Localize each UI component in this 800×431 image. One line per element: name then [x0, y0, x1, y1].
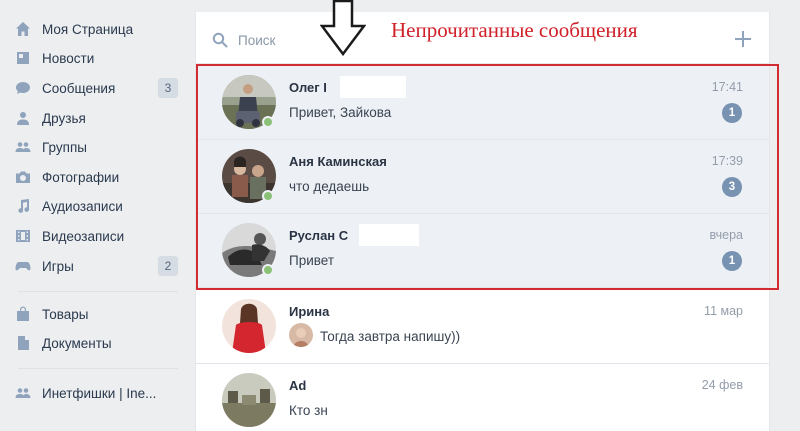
arrow-down-icon [320, 0, 366, 56]
groups-icon [14, 138, 32, 156]
sidebar-item-label: Новости [42, 50, 95, 66]
dialog-message: Привет [289, 253, 335, 268]
dialog-time: 17:41 [711, 80, 743, 94]
sidebar: Моя Страница Новости Сообщения 3 Друзья … [0, 0, 190, 431]
avatar [289, 323, 313, 347]
sidebar-item-friends[interactable]: Друзья [14, 106, 182, 130]
search-icon [212, 32, 228, 48]
sidebar-item-label: Игры [42, 258, 74, 274]
unread-badge: 3 [722, 177, 742, 197]
dialog-name[interactable]: Ad [289, 378, 306, 393]
unread-badge: 1 [722, 103, 742, 123]
music-icon [14, 197, 32, 215]
dialog-row[interactable]: Аня Каминская 17:39 что дедаешь 3 [196, 140, 769, 214]
sidebar-item-label: Друзья [42, 110, 86, 126]
dialog-row[interactable]: Ирина 11 мар Тогда завтра напишу)) [196, 290, 769, 364]
dialog-time: вчера [709, 228, 743, 242]
sidebar-item-label: Товары [42, 306, 89, 322]
camera-icon [14, 168, 32, 186]
sidebar-item-news[interactable]: Новости [14, 46, 182, 70]
sidebar-item-label: Аудиозаписи [42, 198, 123, 214]
sidebar-item-documents[interactable]: Документы [14, 331, 182, 355]
dialog-message: Кто зн [289, 403, 328, 418]
online-indicator [262, 190, 274, 202]
sidebar-item-label: Видеозаписи [42, 228, 125, 244]
plus-icon [735, 31, 751, 47]
dialog-time: 11 мар [704, 304, 743, 318]
online-indicator [262, 116, 274, 128]
news-icon [14, 49, 32, 67]
video-icon [14, 227, 32, 245]
sidebar-item-label: Фотографии [42, 169, 120, 185]
dialog-row[interactable]: Руслан С вчера Привет 1 [196, 214, 769, 288]
sidebar-item-community[interactable]: Инетфишки | Ine... [14, 381, 182, 405]
sidebar-item-video[interactable]: Видеозаписи [14, 224, 182, 248]
friend-icon [14, 109, 32, 127]
community-icon [14, 384, 32, 402]
dialog-time: 17:39 [711, 154, 743, 168]
new-message-button[interactable] [731, 27, 755, 51]
avatar [222, 299, 276, 353]
sidebar-item-label: Группы [42, 139, 87, 155]
sidebar-item-label: Документы [42, 335, 112, 351]
avatar [222, 373, 276, 427]
home-icon [14, 20, 32, 38]
sidebar-item-label: Сообщения [42, 80, 116, 96]
document-icon [14, 334, 32, 352]
redaction-mask [359, 224, 419, 246]
dialog-name[interactable]: Олег I [289, 80, 327, 95]
sidebar-item-photos[interactable]: Фотографии [14, 165, 182, 189]
divider [196, 287, 769, 288]
sidebar-item-goods[interactable]: Товары [14, 302, 182, 326]
online-indicator [262, 264, 274, 276]
gamepad-icon [14, 257, 32, 275]
sidebar-item-my-page[interactable]: Моя Страница [14, 17, 182, 41]
sidebar-divider [18, 291, 178, 292]
messages-icon [14, 79, 32, 97]
games-count-badge: 2 [158, 256, 178, 276]
sidebar-item-audio[interactable]: Аудиозаписи [14, 194, 182, 218]
redaction-mask [340, 76, 406, 98]
dialog-row[interactable]: Олег I 17:41 Привет, Зайкова 1 [196, 66, 769, 140]
sidebar-item-games[interactable]: Игры 2 [14, 254, 182, 278]
dialog-row[interactable]: Ad 24 фев Кто зн [196, 364, 769, 431]
dialog-message: Тогда завтра напишу)) [320, 329, 461, 344]
sidebar-item-label: Инетфишки | Ine... [42, 385, 157, 401]
unread-badge: 1 [722, 251, 742, 271]
dialog-name[interactable]: Аня Каминская [289, 154, 387, 169]
dialog-message: Привет, Зайкова [289, 105, 392, 120]
sidebar-item-label: Моя Страница [42, 21, 134, 37]
dialog-name[interactable]: Ирина [289, 304, 329, 319]
dialog-name[interactable]: Руслан С [289, 228, 348, 243]
sidebar-divider [18, 368, 178, 369]
dialog-message: что дедаешь [289, 179, 370, 194]
annotation-label: Непрочитанные сообщения [391, 18, 638, 42]
messages-count-badge: 3 [158, 78, 178, 98]
sidebar-item-messages[interactable]: Сообщения 3 [14, 76, 182, 100]
sidebar-item-groups[interactable]: Группы [14, 135, 182, 159]
dialog-time: 24 фев [701, 378, 743, 392]
bag-icon [14, 305, 32, 323]
